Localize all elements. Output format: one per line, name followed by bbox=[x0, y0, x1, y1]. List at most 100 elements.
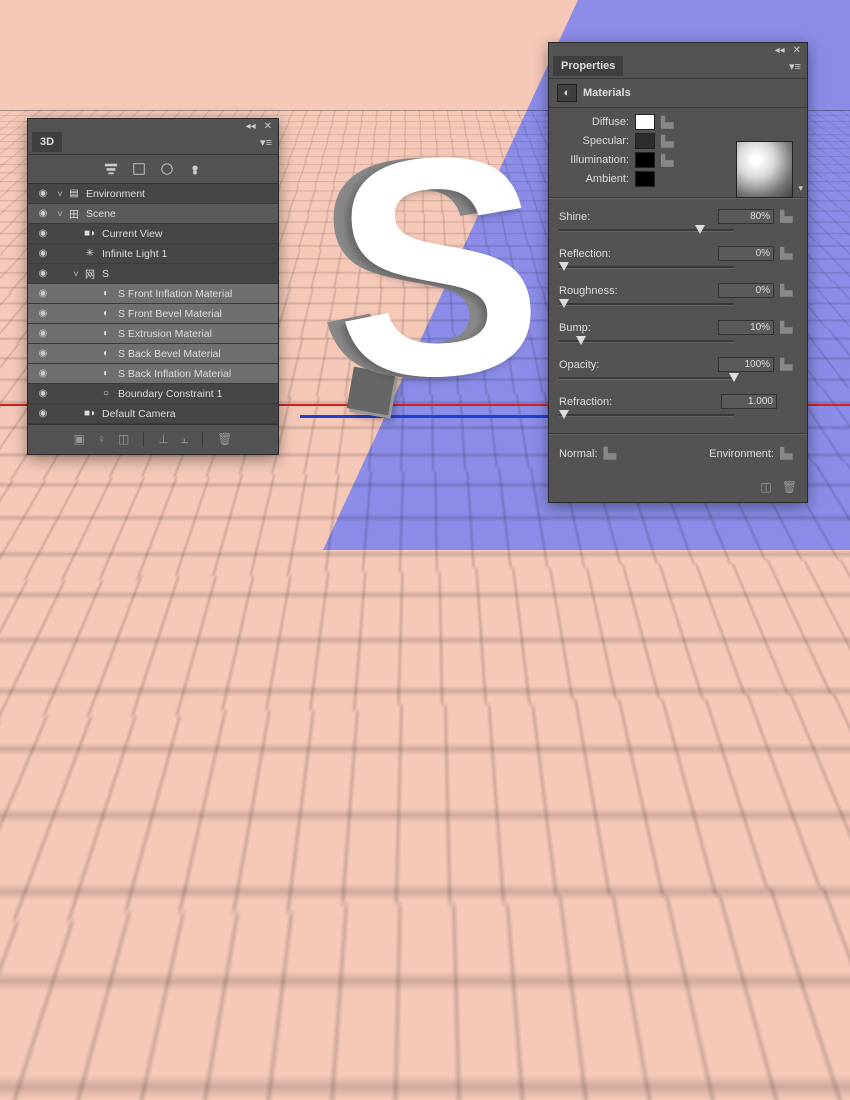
color-swatch[interactable] bbox=[635, 114, 655, 130]
tree-row-scene[interactable]: ◉˅⽥Scene bbox=[28, 204, 278, 224]
tree-row-boundary-constraint-1[interactable]: ◉○Boundary Constraint 1 bbox=[28, 384, 278, 404]
slider-thumb[interactable] bbox=[559, 299, 569, 308]
slider-track[interactable] bbox=[559, 411, 734, 423]
visibility-eye-icon[interactable]: ◉ bbox=[32, 328, 54, 339]
environment-label: Environment: bbox=[709, 448, 774, 460]
slider-value[interactable]: 1.000 bbox=[721, 394, 777, 409]
tree-row-current-view[interactable]: ◉■◗Current View bbox=[28, 224, 278, 244]
texture-folder-icon[interactable]: ▙▖ bbox=[780, 321, 797, 334]
color-swatch[interactable] bbox=[635, 152, 655, 168]
footer-light-icon[interactable]: ♀ bbox=[97, 432, 106, 447]
visibility-eye-icon[interactable]: ◉ bbox=[32, 268, 54, 279]
close-icon[interactable]: ✕ bbox=[264, 121, 272, 132]
visibility-eye-icon[interactable]: ◉ bbox=[32, 368, 54, 379]
constraint-icon: ○ bbox=[98, 387, 114, 400]
caret-icon[interactable]: ˅ bbox=[54, 189, 66, 199]
properties-body: Diffuse:▙▖Specular:▙▖Illumination:▙▖Ambi… bbox=[549, 108, 807, 474]
caret-icon[interactable]: ˅ bbox=[70, 269, 82, 279]
tree-row-infinite-light-1[interactable]: ◉ ✳ Infinite Light 1 bbox=[28, 244, 278, 264]
texture-folder-icon[interactable]: ▙▖ bbox=[780, 358, 797, 371]
slider-thumb[interactable] bbox=[729, 373, 739, 382]
close-icon[interactable]: ✕ bbox=[793, 45, 801, 56]
visibility-eye-icon[interactable]: ◉ bbox=[32, 188, 54, 199]
filter-light-icon[interactable] bbox=[186, 161, 204, 177]
slider-value[interactable]: 0% bbox=[718, 246, 774, 261]
row-label: Environment bbox=[86, 188, 278, 200]
row-label: S Back Bevel Material bbox=[118, 348, 278, 360]
panel-menu-icon[interactable]: ▾≡ bbox=[789, 60, 801, 73]
panel-props-titlebar[interactable]: ◂◂ ✕ bbox=[549, 43, 807, 56]
slider-thumb[interactable] bbox=[695, 225, 705, 234]
environment-folder-icon[interactable]: ▙▖ bbox=[780, 448, 797, 460]
tree-row-s[interactable]: ◉ ˅⽹ S bbox=[28, 264, 278, 284]
slider-thumb[interactable] bbox=[559, 410, 569, 419]
normal-label: Normal: bbox=[559, 448, 598, 460]
row-label: S bbox=[102, 268, 278, 280]
filter-scene-icon[interactable] bbox=[102, 161, 120, 177]
panel-props-footer: ◫ 🗑 bbox=[549, 474, 807, 502]
slider-track[interactable] bbox=[559, 226, 734, 238]
tree-row-default-camera[interactable]: ◉■◗Default Camera bbox=[28, 404, 278, 424]
visibility-eye-icon[interactable]: ◉ bbox=[32, 288, 54, 299]
texture-folder-icon[interactable]: ▙▖ bbox=[780, 210, 797, 223]
footer-glasses-icon[interactable]: ▣ bbox=[74, 432, 85, 447]
tree-row-s-front-bevel-material[interactable]: ◉◐S Front Bevel Material bbox=[28, 304, 278, 324]
visibility-eye-icon[interactable]: ◉ bbox=[32, 228, 54, 239]
slider-track[interactable] bbox=[559, 300, 734, 312]
slider-opacity: Opacity:100%▙▖ bbox=[559, 357, 797, 386]
footer-mesh-icon[interactable]: ◫ bbox=[118, 432, 129, 447]
visibility-eye-icon[interactable]: ◉ bbox=[32, 348, 54, 359]
trash-icon[interactable]: 🗑 bbox=[217, 432, 232, 447]
panel-props-tab[interactable]: Properties bbox=[553, 56, 623, 76]
caret-icon[interactable]: ˅ bbox=[54, 209, 66, 219]
row-label: Infinite Light 1 bbox=[102, 248, 278, 260]
row-label: S Front Inflation Material bbox=[118, 288, 278, 300]
texture-folder-icon[interactable]: ▙▖ bbox=[661, 135, 678, 148]
filter-material-icon[interactable] bbox=[158, 161, 176, 177]
collapse-icon[interactable]: ◂◂ bbox=[246, 121, 256, 132]
trash-icon[interactable]: 🗑 bbox=[782, 480, 797, 494]
panel-3d-titlebar[interactable]: ◂◂ ✕ bbox=[28, 119, 278, 132]
normal-folder-icon[interactable]: ▙▖ bbox=[604, 448, 621, 460]
slider-thumb[interactable] bbox=[576, 336, 586, 345]
footer-ground-icon[interactable]: ⫠ bbox=[181, 432, 188, 447]
slider-value[interactable]: 0% bbox=[718, 283, 774, 298]
slider-thumb[interactable] bbox=[559, 262, 569, 271]
visibility-eye-icon[interactable]: ◉ bbox=[32, 388, 54, 399]
filter-mesh-icon[interactable] bbox=[130, 161, 148, 177]
materials-header: ◐ Materials bbox=[549, 79, 807, 108]
visibility-eye-icon[interactable]: ◉ bbox=[32, 208, 54, 219]
slider-track[interactable] bbox=[559, 337, 734, 349]
visibility-eye-icon[interactable]: ◉ bbox=[32, 308, 54, 319]
slider-track[interactable] bbox=[559, 263, 734, 275]
footer-bake-icon[interactable]: ⊥ bbox=[158, 432, 168, 447]
tree-row-s-extrusion-material[interactable]: ◉◐S Extrusion Material bbox=[28, 324, 278, 344]
slider-reflection: Reflection:0%▙▖ bbox=[559, 246, 797, 275]
collapse-icon[interactable]: ◂◂ bbox=[775, 45, 785, 56]
color-swatch[interactable] bbox=[635, 133, 655, 149]
slider-value[interactable]: 100% bbox=[718, 357, 774, 372]
material-preview-menu-icon[interactable]: ▾ bbox=[798, 183, 803, 194]
texture-folder-icon[interactable]: ▙▖ bbox=[661, 116, 678, 129]
render-icon[interactable]: ◫ bbox=[760, 480, 771, 494]
color-swatch[interactable] bbox=[635, 171, 655, 187]
texture-folder-icon[interactable]: ▙▖ bbox=[661, 154, 678, 167]
slider-value[interactable]: 80% bbox=[718, 209, 774, 224]
panel-menu-icon[interactable]: ▾≡ bbox=[260, 136, 272, 149]
material-preview-sphere[interactable] bbox=[736, 141, 793, 198]
tree-row-environment[interactable]: ◉˅▤Environment bbox=[28, 184, 278, 204]
tree-row-s-back-inflation-material[interactable]: ◉◐S Back Inflation Material bbox=[28, 364, 278, 384]
tree-row-s-front-inflation-material[interactable]: ◉◐S Front Inflation Material bbox=[28, 284, 278, 304]
texture-folder-icon[interactable]: ▙▖ bbox=[780, 284, 797, 297]
camera-icon: ■◗ bbox=[82, 227, 98, 240]
texture-folder-icon[interactable]: ▙▖ bbox=[780, 247, 797, 260]
visibility-eye-icon[interactable]: ◉ bbox=[32, 248, 54, 259]
light-icon: ✳ bbox=[82, 247, 98, 260]
slider-track[interactable] bbox=[559, 374, 734, 386]
tree-row-s-back-bevel-material[interactable]: ◉◐S Back Bevel Material bbox=[28, 344, 278, 364]
slider-value[interactable]: 10% bbox=[718, 320, 774, 335]
panel-3d-tab[interactable]: 3D bbox=[32, 132, 62, 152]
row-label: S Back Inflation Material bbox=[118, 368, 278, 380]
mesh-icon: ⽹ bbox=[82, 267, 98, 280]
visibility-eye-icon[interactable]: ◉ bbox=[32, 408, 54, 419]
